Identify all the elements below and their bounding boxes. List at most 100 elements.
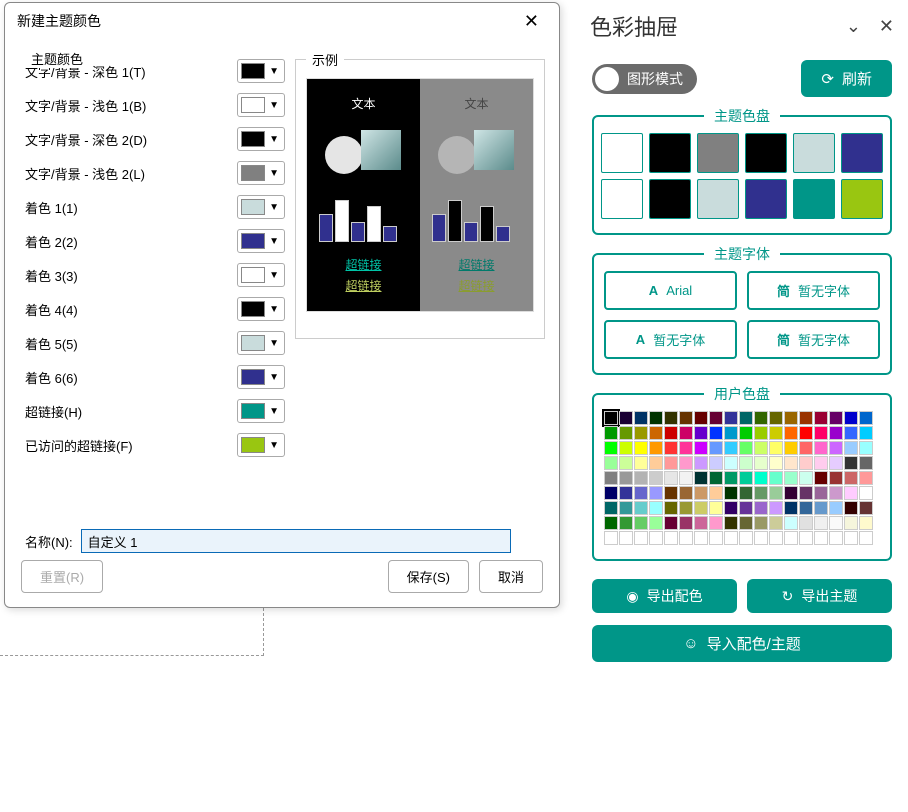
user-swatch[interactable] — [844, 471, 858, 485]
user-swatch[interactable] — [709, 501, 723, 515]
theme-swatch-2[interactable] — [697, 133, 739, 173]
user-swatch[interactable] — [694, 426, 708, 440]
export-scheme-button[interactable]: ◉ 导出配色 — [592, 579, 737, 613]
user-swatch[interactable] — [844, 426, 858, 440]
user-swatch[interactable] — [844, 531, 858, 545]
user-swatch[interactable] — [679, 531, 693, 545]
user-swatch[interactable] — [859, 441, 873, 455]
user-swatch[interactable] — [649, 456, 663, 470]
user-swatch[interactable] — [694, 456, 708, 470]
user-swatch[interactable] — [649, 516, 663, 530]
font-button-1[interactable]: 简 暂无字体 — [747, 271, 880, 310]
user-swatch[interactable] — [649, 441, 663, 455]
user-swatch[interactable] — [604, 486, 618, 500]
user-swatch[interactable] — [634, 441, 648, 455]
user-swatch[interactable] — [769, 516, 783, 530]
user-swatch[interactable] — [784, 456, 798, 470]
user-swatch[interactable] — [634, 516, 648, 530]
theme-swatch-5[interactable] — [841, 133, 883, 173]
user-swatch[interactable] — [814, 486, 828, 500]
user-swatch[interactable] — [769, 486, 783, 500]
chevron-down-icon[interactable]: ⌄ — [846, 16, 861, 37]
user-swatch[interactable] — [844, 486, 858, 500]
save-button[interactable]: 保存(S) — [388, 560, 469, 593]
user-swatch[interactable] — [859, 501, 873, 515]
user-swatch[interactable] — [634, 531, 648, 545]
user-swatch[interactable] — [649, 426, 663, 440]
user-swatch[interactable] — [634, 426, 648, 440]
user-swatch[interactable] — [619, 486, 633, 500]
user-swatch[interactable] — [724, 486, 738, 500]
user-swatch[interactable] — [784, 516, 798, 530]
user-swatch[interactable] — [724, 426, 738, 440]
user-swatch[interactable] — [694, 516, 708, 530]
color-picker-button[interactable]: ▼ — [237, 263, 285, 287]
user-swatch[interactable] — [814, 426, 828, 440]
user-swatch[interactable] — [829, 411, 843, 425]
graphics-mode-toggle[interactable]: 图形模式 — [592, 64, 697, 94]
user-swatch[interactable] — [844, 441, 858, 455]
color-picker-button[interactable]: ▼ — [237, 195, 285, 219]
user-swatch[interactable] — [679, 426, 693, 440]
user-swatch[interactable] — [739, 516, 753, 530]
user-swatch[interactable] — [814, 456, 828, 470]
user-swatch[interactable] — [724, 471, 738, 485]
user-swatch[interactable] — [664, 411, 678, 425]
user-swatch[interactable] — [724, 456, 738, 470]
user-swatch[interactable] — [799, 471, 813, 485]
user-swatch[interactable] — [829, 426, 843, 440]
user-swatch[interactable] — [814, 471, 828, 485]
user-swatch[interactable] — [814, 531, 828, 545]
user-swatch[interactable] — [784, 501, 798, 515]
user-swatch[interactable] — [724, 516, 738, 530]
user-swatch[interactable] — [814, 516, 828, 530]
font-button-3[interactable]: 简 暂无字体 — [747, 320, 880, 359]
user-swatch[interactable] — [649, 486, 663, 500]
user-swatch[interactable] — [664, 516, 678, 530]
user-swatch[interactable] — [619, 471, 633, 485]
user-swatch[interactable] — [859, 426, 873, 440]
user-swatch[interactable] — [799, 486, 813, 500]
user-swatch[interactable] — [829, 501, 843, 515]
user-swatch[interactable] — [859, 471, 873, 485]
theme-swatch-7[interactable] — [649, 179, 691, 219]
user-swatch[interactable] — [784, 531, 798, 545]
user-swatch[interactable] — [664, 441, 678, 455]
user-swatch[interactable] — [799, 411, 813, 425]
theme-swatch-1[interactable] — [649, 133, 691, 173]
user-swatch[interactable] — [649, 471, 663, 485]
theme-swatch-11[interactable] — [841, 179, 883, 219]
user-swatch[interactable] — [754, 531, 768, 545]
user-swatch[interactable] — [709, 441, 723, 455]
theme-swatch-10[interactable] — [793, 179, 835, 219]
color-picker-button[interactable]: ▼ — [237, 229, 285, 253]
user-swatch[interactable] — [739, 486, 753, 500]
user-swatch[interactable] — [604, 501, 618, 515]
user-swatch[interactable] — [634, 501, 648, 515]
user-swatch[interactable] — [739, 471, 753, 485]
user-swatch[interactable] — [784, 471, 798, 485]
user-swatch[interactable] — [754, 456, 768, 470]
user-swatch[interactable] — [769, 501, 783, 515]
user-swatch[interactable] — [799, 516, 813, 530]
color-picker-button[interactable]: ▼ — [237, 93, 285, 117]
user-swatch[interactable] — [739, 531, 753, 545]
user-swatch[interactable] — [769, 411, 783, 425]
user-swatch[interactable] — [694, 441, 708, 455]
user-swatch[interactable] — [754, 516, 768, 530]
user-swatch[interactable] — [784, 426, 798, 440]
user-swatch[interactable] — [649, 411, 663, 425]
user-swatch[interactable] — [619, 516, 633, 530]
user-swatch[interactable] — [859, 516, 873, 530]
user-swatch[interactable] — [814, 501, 828, 515]
user-swatch[interactable] — [739, 411, 753, 425]
user-swatch[interactable] — [754, 501, 768, 515]
user-swatch[interactable] — [604, 516, 618, 530]
user-swatch[interactable] — [769, 531, 783, 545]
color-picker-button[interactable]: ▼ — [237, 297, 285, 321]
user-swatch[interactable] — [814, 411, 828, 425]
user-swatch[interactable] — [844, 411, 858, 425]
user-swatch[interactable] — [784, 441, 798, 455]
user-swatch[interactable] — [679, 471, 693, 485]
user-swatch[interactable] — [664, 456, 678, 470]
